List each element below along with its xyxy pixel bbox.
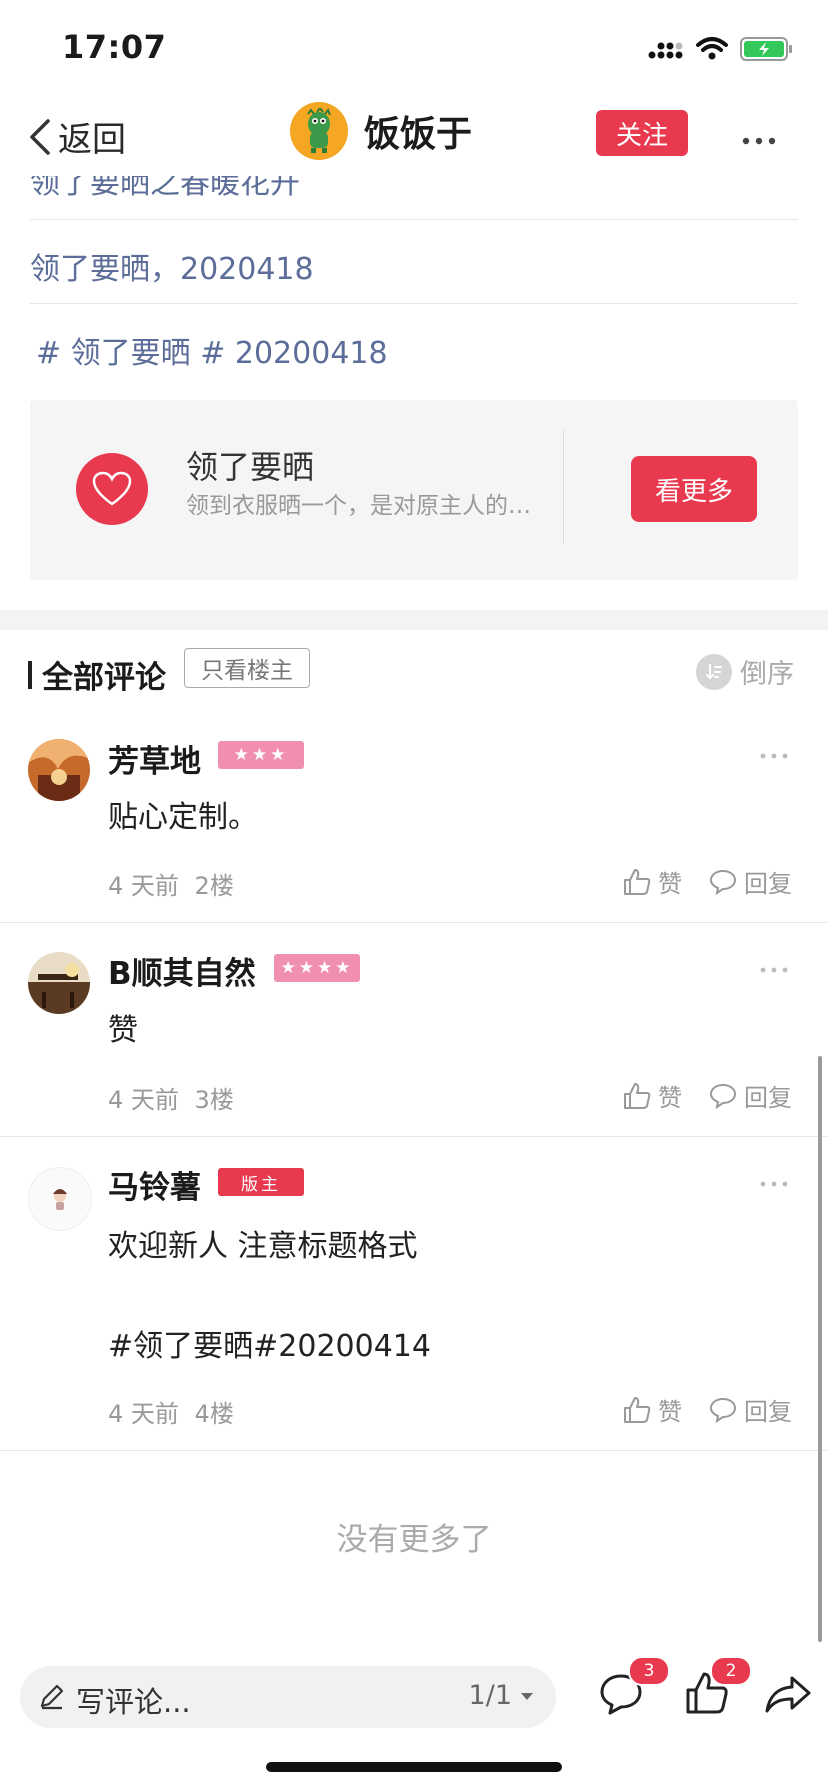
home-indicator[interactable] bbox=[266, 1762, 562, 1772]
avatar[interactable] bbox=[28, 739, 90, 801]
avatar[interactable] bbox=[290, 102, 348, 160]
divider bbox=[0, 922, 828, 923]
no-more-text: 没有更多了 bbox=[336, 1522, 492, 1558]
comment-input[interactable]: 写评论... 1/1 bbox=[20, 1666, 556, 1728]
comments-title: 全部评论 bbox=[28, 652, 166, 697]
thumb-up-icon bbox=[624, 1082, 651, 1109]
comment-text: 贴心定制。 bbox=[108, 800, 258, 835]
reply-label: 回复 bbox=[744, 1398, 792, 1426]
more-icon bbox=[760, 753, 788, 759]
reply-label: 回复 bbox=[744, 870, 792, 898]
divider bbox=[30, 303, 798, 304]
more-icon bbox=[742, 137, 776, 145]
comment-more-button[interactable] bbox=[760, 1168, 788, 1193]
comment-time: 4 天前 bbox=[108, 872, 179, 900]
page-indicator: 1/1 bbox=[468, 1680, 512, 1711]
battery-charging-icon bbox=[740, 37, 792, 61]
comment-floor: 2楼 bbox=[194, 872, 234, 900]
comment-floor: 3楼 bbox=[194, 1086, 234, 1114]
status-time: 17:07 bbox=[62, 28, 167, 66]
avatar[interactable] bbox=[28, 1167, 92, 1231]
comment-time: 4 天前 bbox=[108, 1400, 179, 1428]
thumb-up-icon bbox=[624, 868, 651, 895]
see-more-button[interactable]: 看更多 bbox=[631, 456, 757, 522]
divider bbox=[563, 430, 564, 544]
divider bbox=[30, 219, 798, 220]
signal-icon bbox=[648, 42, 683, 59]
like-label: 赞 bbox=[658, 870, 682, 898]
comment-text-line-2: #领了要晒#20200414 bbox=[108, 1329, 431, 1364]
level-badge: ★★★ bbox=[218, 741, 304, 769]
back-label: 返回 bbox=[58, 120, 126, 160]
like-button[interactable]: 赞 bbox=[622, 1078, 682, 1113]
comments-title-label: 全部评论 bbox=[42, 660, 166, 696]
reply-bubble-icon bbox=[709, 1083, 737, 1109]
comment-meta: 4 天前 3楼 bbox=[108, 1080, 234, 1115]
comment-meta: 4 天前 2楼 bbox=[108, 866, 234, 901]
comment-time: 4 天前 bbox=[108, 1086, 179, 1114]
section-separator bbox=[0, 610, 828, 630]
like-label: 赞 bbox=[658, 1398, 682, 1426]
more-icon bbox=[760, 1181, 788, 1187]
comment-more-button[interactable] bbox=[760, 740, 788, 765]
level-badge: ★★★★ bbox=[274, 954, 360, 982]
scrollbar[interactable] bbox=[818, 1056, 822, 1642]
share-button[interactable] bbox=[764, 1674, 812, 1718]
back-button[interactable]: 返回 bbox=[28, 112, 126, 161]
comment-input-placeholder: 写评论... bbox=[76, 1685, 191, 1719]
comment-more-button[interactable] bbox=[760, 954, 788, 979]
comment-meta: 4 天前 4楼 bbox=[108, 1394, 234, 1429]
status-icons bbox=[648, 36, 794, 62]
tag-link-1[interactable]: 领了要晒，2020418 bbox=[30, 244, 314, 288]
comment-user-name[interactable]: B顺其自然 bbox=[108, 948, 256, 993]
heart-icon bbox=[92, 471, 132, 506]
nav-user-name[interactable]: 饭饭于 bbox=[364, 105, 472, 157]
more-button[interactable] bbox=[742, 118, 776, 153]
like-count-badge: 2 bbox=[710, 1656, 752, 1686]
topic-title: 领了要晒 bbox=[186, 448, 315, 486]
reply-bubble-icon bbox=[709, 1397, 737, 1423]
like-label: 赞 bbox=[658, 1084, 682, 1112]
only-op-button[interactable]: 只看楼主 bbox=[184, 648, 310, 688]
sort-icon bbox=[696, 653, 732, 690]
comment-text-line-1: 欢迎新人 注意标题格式 bbox=[108, 1229, 418, 1264]
divider bbox=[0, 1450, 828, 1451]
dinosaur-avatar-icon bbox=[307, 108, 331, 153]
moderator-badge: 版主 bbox=[218, 1168, 304, 1196]
tag-link-2[interactable]: # 领了要晒 # 20200418 bbox=[36, 328, 388, 372]
thumb-up-icon bbox=[624, 1396, 651, 1423]
topic-description: 领到衣服晒一个，是对原主人的最好回馈 bbox=[186, 493, 538, 519]
page-selector[interactable]: 1/1 bbox=[469, 1680, 536, 1711]
title-bar bbox=[28, 660, 32, 689]
avatar[interactable] bbox=[28, 952, 90, 1014]
reply-bubble-icon bbox=[709, 869, 737, 895]
nav-user[interactable]: 饭饭于 bbox=[290, 102, 472, 160]
like-button[interactable]: 赞 bbox=[622, 1392, 682, 1427]
comment-user-name[interactable]: 马铃薯 bbox=[108, 1162, 201, 1207]
comment-count-badge: 3 bbox=[628, 1656, 670, 1686]
like-button[interactable]: 赞 bbox=[622, 864, 682, 899]
sort-button[interactable]: 倒序 bbox=[696, 652, 794, 691]
sort-label: 倒序 bbox=[740, 659, 794, 690]
nav-bar: 返回 饭饭于 关注 bbox=[0, 88, 828, 176]
reply-button[interactable]: 回复 bbox=[708, 864, 792, 899]
share-icon bbox=[765, 1676, 811, 1713]
more-icon bbox=[760, 967, 788, 973]
comment-text: 赞 bbox=[108, 1013, 138, 1048]
wifi-icon bbox=[696, 37, 728, 60]
back-chevron-icon bbox=[30, 118, 50, 155]
reply-button[interactable]: 回复 bbox=[708, 1392, 792, 1427]
caret-down-icon bbox=[521, 1692, 533, 1700]
reply-button[interactable]: 回复 bbox=[708, 1078, 792, 1113]
topic-card[interactable]: 领了要晒 领到衣服晒一个，是对原主人的最好回馈 看更多 bbox=[30, 400, 798, 580]
comment-floor: 4楼 bbox=[194, 1400, 234, 1428]
reply-label: 回复 bbox=[744, 1084, 792, 1112]
divider bbox=[0, 1136, 828, 1137]
comment-user-name[interactable]: 芳草地 bbox=[108, 736, 201, 781]
topic-icon bbox=[76, 453, 148, 525]
follow-button[interactable]: 关注 bbox=[596, 110, 688, 156]
pencil-icon bbox=[40, 1684, 64, 1710]
